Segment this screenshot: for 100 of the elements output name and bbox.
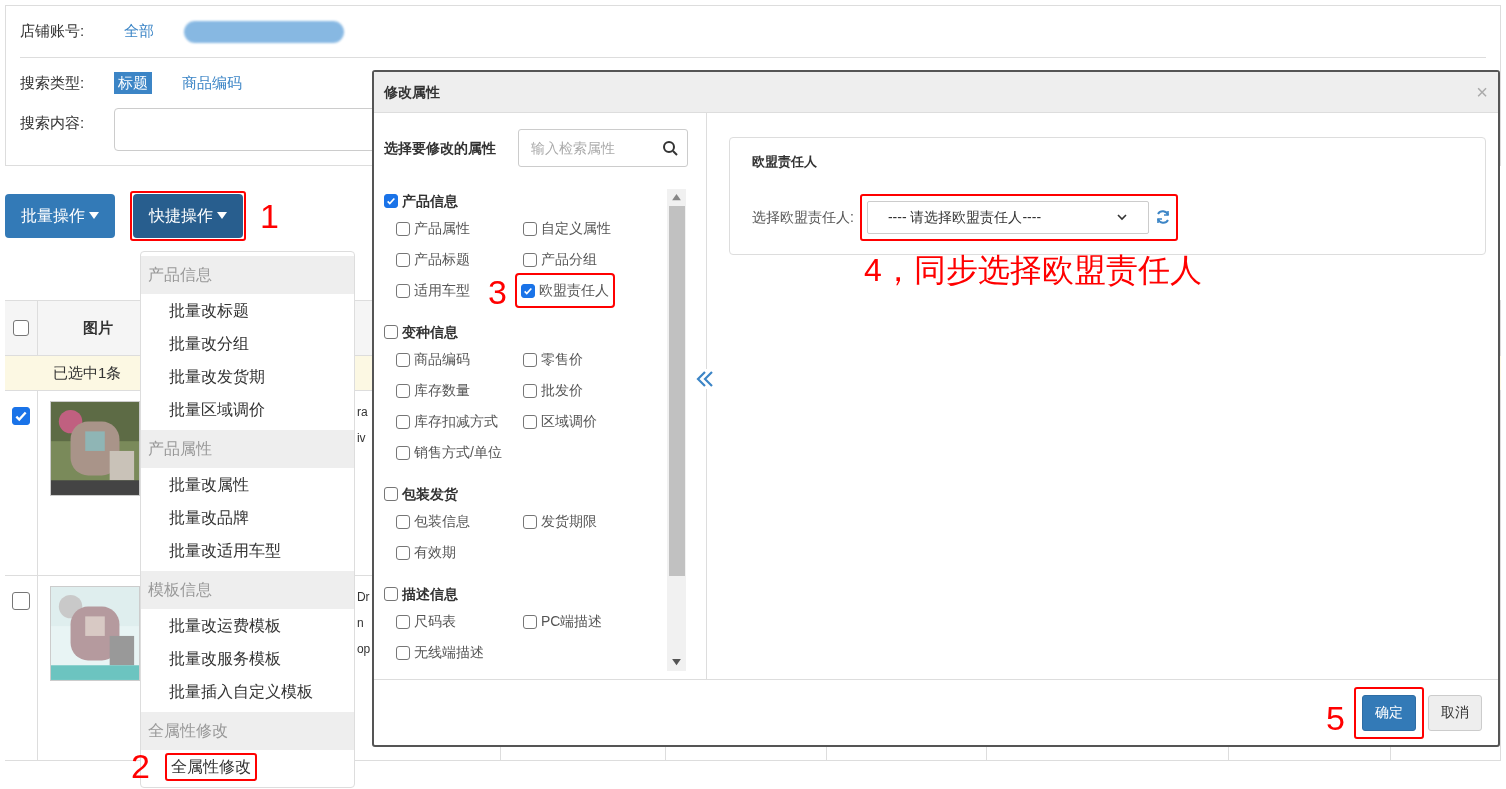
check-icon: [386, 196, 396, 206]
checkbox[interactable]: [523, 414, 537, 429]
attribute-label: 批发价: [541, 381, 583, 400]
group-label: 描述信息: [402, 584, 458, 604]
checkbox[interactable]: [396, 383, 410, 398]
checkbox[interactable]: [523, 514, 537, 529]
selection-notice: 已选中1条: [53, 362, 122, 383]
dropdown-button[interactable]: 批量操作: [5, 194, 115, 238]
checkbox[interactable]: [396, 645, 410, 660]
attribute-label: 产品标题: [414, 250, 470, 269]
caret-icon: [217, 212, 227, 220]
filter-option[interactable]: 全部: [124, 20, 155, 43]
responsible-person-select[interactable]: ---- 请选择欧盟责任人----: [866, 200, 1149, 234]
checkbox[interactable]: [396, 414, 410, 429]
dialog-button[interactable]: 确定: [1362, 694, 1416, 731]
group-label: 变种信息: [402, 322, 458, 342]
checkbox[interactable]: [523, 252, 537, 267]
chevron-down-icon: [1115, 211, 1128, 223]
menu-item[interactable]: 批量改标题: [165, 298, 253, 323]
checkbox[interactable]: [384, 325, 398, 339]
attribute-label: 无线端描述: [414, 643, 484, 662]
checkbox[interactable]: [384, 587, 398, 601]
refresh-icon[interactable]: [1154, 209, 1171, 225]
checkbox[interactable]: [523, 221, 537, 236]
menu-item[interactable]: 批量改分组: [165, 331, 253, 356]
section-title: 选择要修改的属性: [384, 138, 496, 158]
annotation-number: 5: [1326, 700, 1345, 735]
checkbox[interactable]: [523, 383, 537, 398]
caret-icon: [89, 212, 99, 220]
filter-option[interactable]: 商品编码: [182, 71, 243, 95]
dialog-button[interactable]: 取消: [1428, 694, 1482, 731]
attribute-label: 商品编码: [414, 350, 470, 369]
product-title-text: n: [356, 615, 364, 632]
attribute-label: 尺码表: [414, 612, 456, 631]
attribute-label: 发货期限: [541, 512, 597, 531]
checkbox[interactable]: [396, 614, 410, 629]
field-label: 选择欧盟责任人:: [752, 207, 854, 227]
menu-item[interactable]: 批量改服务模板: [165, 646, 285, 671]
attribute-label: 库存数量: [414, 381, 470, 400]
group-label: 产品信息: [402, 191, 458, 211]
menu-section-header: 产品属性: [141, 430, 354, 468]
attribute-label: 产品属性: [414, 219, 470, 238]
checkbox[interactable]: [396, 545, 410, 560]
menu-section-header: 产品信息: [141, 256, 354, 294]
menu-section-header: 全属性修改: [141, 712, 354, 750]
checkbox[interactable]: [12, 320, 29, 336]
attribute-label: 适用车型: [414, 281, 470, 300]
checkbox[interactable]: [523, 614, 537, 629]
attribute-label: 库存扣减方式: [414, 412, 498, 431]
attribute-label: 自定义属性: [541, 219, 611, 238]
attribute-label: 零售价: [541, 350, 583, 369]
checkbox[interactable]: [523, 352, 537, 367]
product-title-text: op: [356, 641, 371, 658]
checkbox[interactable]: [396, 283, 410, 298]
field-label: 店铺账号:: [20, 21, 85, 42]
checkbox[interactable]: [396, 352, 410, 367]
scrollbar-thumb[interactable]: [668, 206, 685, 576]
menu-item[interactable]: 批量改运费模板: [165, 613, 285, 638]
modal-title: 修改属性: [384, 82, 440, 102]
attribute-label: 产品分组: [541, 250, 597, 269]
checkbox[interactable]: [11, 592, 30, 610]
card-title: 欧盟责任人: [752, 153, 818, 171]
menu-item[interactable]: 批量改属性: [165, 472, 253, 497]
scroll-up-icon[interactable]: [672, 194, 681, 201]
annotation-number: 2: [131, 749, 150, 783]
attribute-label: 包装信息: [414, 512, 470, 531]
attribute-label: 有效期: [414, 543, 456, 562]
checkbox[interactable]: [396, 445, 410, 460]
checkbox[interactable]: [384, 194, 398, 208]
menu-item[interactable]: 批量改适用车型: [165, 538, 285, 563]
product-title-text: ra: [356, 404, 368, 421]
annotation-number: 1: [260, 199, 279, 233]
menu-item[interactable]: 批量改发货期: [165, 364, 269, 389]
check-icon: [13, 409, 28, 423]
annotation-text: 4，同步选择欧盟责任人: [864, 250, 1202, 290]
menu-section-header: 模板信息: [141, 571, 354, 609]
checkbox[interactable]: [396, 252, 410, 267]
attribute-label: PC端描述: [541, 612, 603, 631]
checkbox[interactable]: [11, 407, 30, 425]
scroll-down-icon[interactable]: [672, 659, 681, 666]
menu-item[interactable]: 批量区域调价: [165, 397, 269, 422]
dropdown-button[interactable]: 快捷操作: [133, 194, 243, 238]
checkbox[interactable]: [384, 487, 398, 501]
field-label: 搜索类型:: [20, 72, 85, 93]
annotation-number: 3: [488, 275, 507, 309]
column-header: 图片: [81, 317, 113, 338]
group-label: 包装发货: [402, 484, 458, 504]
checkbox[interactable]: [396, 221, 410, 236]
product-title-text: iv: [356, 430, 366, 447]
checkbox[interactable]: [521, 283, 535, 298]
search-icon[interactable]: [662, 140, 678, 156]
filter-option[interactable]: 标题: [114, 71, 153, 95]
checkbox[interactable]: [396, 514, 410, 529]
attribute-label: 区域调价: [541, 412, 597, 431]
product-title-text: Dr: [356, 589, 370, 606]
check-icon: [523, 285, 533, 296]
attribute-label: 欧盟责任人: [539, 281, 609, 300]
attribute-search-field[interactable]: 输入检索属性: [518, 129, 688, 167]
menu-item[interactable]: 批量改品牌: [165, 505, 253, 530]
menu-item[interactable]: 批量插入自定义模板: [165, 679, 317, 704]
